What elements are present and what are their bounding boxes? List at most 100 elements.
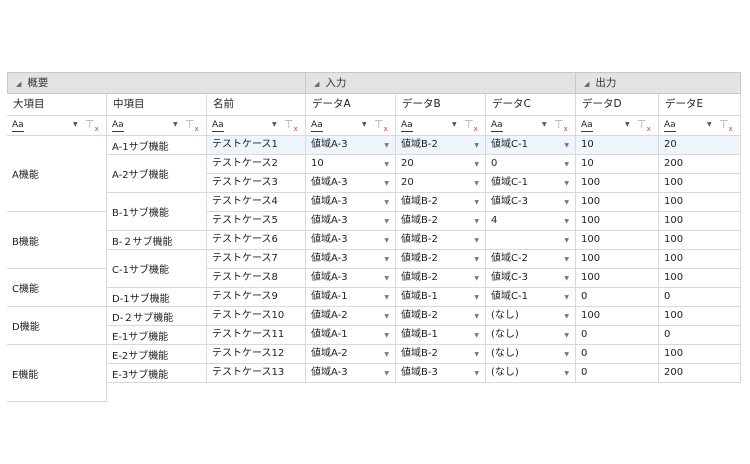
clear-filter-icon[interactable]: ⊤x [554,117,568,137]
filter-cell-1[interactable]: Aa ▼ ⊤x [107,116,207,136]
cell-dropdown-icon[interactable]: ▼ [384,193,389,211]
cell-name[interactable]: テストケース8 [207,269,306,288]
cell-a[interactable]: 値域A-3 ▼ [306,212,396,231]
cell-name[interactable]: テストケース7 [207,250,306,269]
text-filter-icon[interactable]: Aa [311,119,323,132]
filter-cell-4[interactable]: Aa ▼ ⊤x [396,116,486,136]
filter-dropdown-icon[interactable]: ▼ [173,119,178,131]
cell-c[interactable]: 値域C-1 ▼ [486,136,576,155]
cell-name[interactable]: テストケース5 [207,212,306,231]
cell-dropdown-icon[interactable]: ▼ [474,345,479,363]
cell-dropdown-icon[interactable]: ▼ [474,307,479,325]
cell-d[interactable]: 100 [576,174,659,193]
cell-a[interactable]: 値域A-3 ▼ [306,231,396,250]
cell-e[interactable]: 0 [659,288,741,307]
cell-d[interactable]: 100 [576,193,659,212]
cell-dropdown-icon[interactable]: ▼ [564,250,569,268]
text-filter-icon[interactable]: Aa [491,119,503,132]
cell-c[interactable]: 値域C-1 ▼ [486,174,576,193]
cell-a[interactable]: 値域A-3 ▼ [306,269,396,288]
cell-e[interactable]: 20 [659,136,741,155]
filter-cell-3[interactable]: Aa ▼ ⊤x [306,116,396,136]
cell-b[interactable]: 値域B-2 ▼ [396,212,486,231]
cell-name[interactable]: テストケース11 [207,326,306,345]
cell-d[interactable]: 0 [576,288,659,307]
cell-dropdown-icon[interactable]: ▼ [564,269,569,287]
group-header-output[interactable]: ◢ 出力 [576,72,741,94]
column-header-data-a[interactable]: データA [306,94,396,116]
filter-dropdown-icon[interactable]: ▼ [542,119,547,131]
cell-b[interactable]: 値域B-1 ▼ [396,288,486,307]
cell-c[interactable]: 値域C-3 ▼ [486,269,576,288]
cell-name[interactable]: テストケース6 [207,231,306,250]
cell-a[interactable]: 値域A-3 ▼ [306,193,396,212]
cell-c[interactable]: 0 ▼ [486,155,576,174]
collapse-triangle-icon[interactable]: ◢ [314,80,319,88]
group-header-overview[interactable]: ◢ 概要 [7,72,306,94]
filter-dropdown-icon[interactable]: ▼ [73,119,78,131]
cell-dropdown-icon[interactable]: ▼ [384,212,389,230]
cell-d[interactable]: 10 [576,155,659,174]
cell-e[interactable]: 100 [659,212,741,231]
filter-dropdown-icon[interactable]: ▼ [272,119,277,131]
cell-e[interactable]: 100 [659,345,741,364]
cell-b[interactable]: 値域B-2 ▼ [396,269,486,288]
cell-a[interactable]: 10 ▼ [306,155,396,174]
text-filter-icon[interactable]: Aa [401,119,413,132]
cell-dropdown-icon[interactable]: ▼ [474,193,479,211]
filter-dropdown-icon[interactable]: ▼ [362,119,367,131]
cell-dropdown-icon[interactable]: ▼ [384,269,389,287]
column-header-data-e[interactable]: データE [659,94,741,116]
filter-cell-7[interactable]: Aa ▼ ⊤x [659,116,741,136]
cell-a[interactable]: 値域A-1 ▼ [306,288,396,307]
text-filter-icon[interactable]: Aa [664,119,676,132]
cell-e[interactable]: 200 [659,364,741,383]
cell-c[interactable]: 値域C-1 ▼ [486,288,576,307]
collapse-triangle-icon[interactable]: ◢ [584,80,589,88]
cell-dropdown-icon[interactable]: ▼ [384,174,389,192]
cell-d[interactable]: 0 [576,364,659,383]
clear-filter-icon[interactable]: ⊤x [637,117,651,137]
text-filter-icon[interactable]: Aa [12,119,24,132]
cell-b[interactable]: 値域B-2 ▼ [396,345,486,364]
cell-dropdown-icon[interactable]: ▼ [564,345,569,363]
group-header-input[interactable]: ◢ 入力 [306,72,576,94]
cell-d[interactable]: 10 [576,136,659,155]
cell-a[interactable]: 値域A-3 ▼ [306,364,396,383]
cell-dropdown-icon[interactable]: ▼ [384,250,389,268]
collapse-triangle-icon[interactable]: ◢ [16,80,21,88]
cell-d[interactable]: 100 [576,269,659,288]
cell-dropdown-icon[interactable]: ▼ [474,269,479,287]
cell-name[interactable]: テストケース4 [207,193,306,212]
filter-dropdown-icon[interactable]: ▼ [625,119,630,131]
text-filter-icon[interactable]: Aa [112,119,124,132]
text-filter-icon[interactable]: Aa [581,119,593,132]
cell-dropdown-icon[interactable]: ▼ [564,155,569,173]
cell-dropdown-icon[interactable]: ▼ [564,136,569,154]
cell-name[interactable]: テストケース9 [207,288,306,307]
filter-cell-6[interactable]: Aa ▼ ⊤x [576,116,659,136]
cell-a[interactable]: 値域A-2 ▼ [306,345,396,364]
cell-d[interactable]: 0 [576,326,659,345]
cell-d[interactable]: 100 [576,307,659,326]
clear-filter-icon[interactable]: ⊤x [185,117,199,137]
filter-cell-0[interactable]: Aa ▼ ⊤x [7,116,107,136]
cell-e[interactable]: 100 [659,231,741,250]
cell-dropdown-icon[interactable]: ▼ [474,364,479,382]
cell-dropdown-icon[interactable]: ▼ [564,307,569,325]
cell-b[interactable]: 20 ▼ [396,155,486,174]
cell-name[interactable]: テストケース13 [207,364,306,383]
cell-e[interactable]: 100 [659,269,741,288]
cell-dropdown-icon[interactable]: ▼ [474,212,479,230]
column-header-mid[interactable]: 中項目 [107,94,207,116]
clear-filter-icon[interactable]: ⊤x [85,117,99,137]
clear-filter-icon[interactable]: ⊤x [284,117,298,137]
cell-c[interactable]: (なし) ▼ [486,364,576,383]
filter-cell-2[interactable]: Aa ▼ ⊤x [207,116,306,136]
cell-name[interactable]: テストケース12 [207,345,306,364]
cell-a[interactable]: 値域A-3 ▼ [306,174,396,193]
cell-dropdown-icon[interactable]: ▼ [564,364,569,382]
cell-e[interactable]: 100 [659,193,741,212]
cell-name[interactable]: テストケース10 [207,307,306,326]
cell-dropdown-icon[interactable]: ▼ [564,326,569,344]
